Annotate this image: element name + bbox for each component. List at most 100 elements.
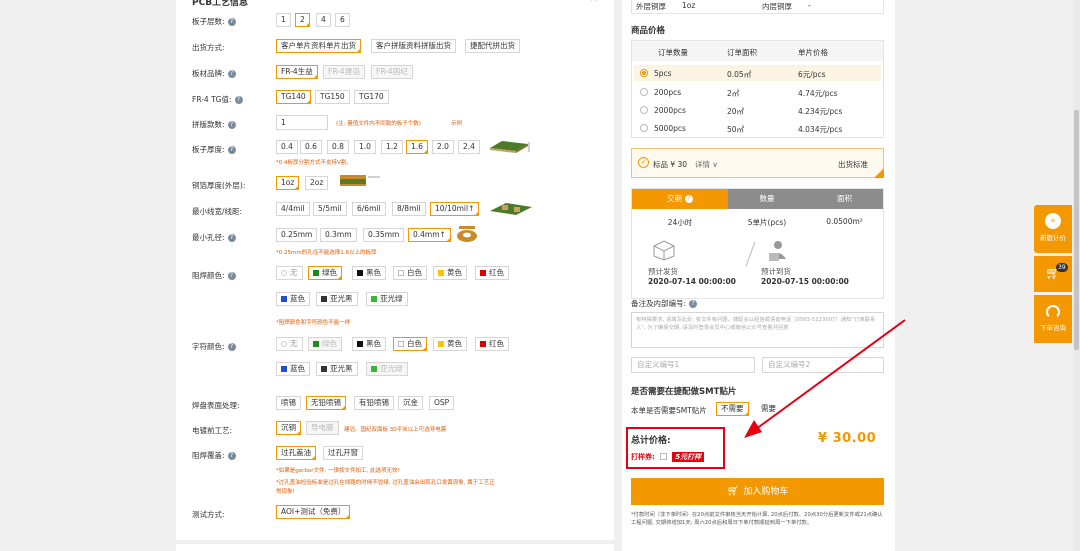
coupon-checkbox[interactable]	[660, 453, 668, 460]
tg-option-170[interactable]: TG170	[354, 90, 389, 104]
trace-option[interactable]: 6/6mil	[352, 202, 386, 216]
mask-option-green[interactable]: 绿色	[308, 266, 342, 280]
badge-price-text: 标品 ¥ 30	[653, 160, 688, 169]
silk-option-black[interactable]: 黑色	[352, 337, 386, 351]
consult-button[interactable]: 下单咨询	[1034, 295, 1072, 343]
help-icon[interactable]: ?	[227, 234, 236, 242]
panel-count-input[interactable]: 1	[276, 115, 328, 130]
via-option-open[interactable]: 过孔开窗	[323, 446, 363, 460]
trace-option[interactable]: 4/4mil	[276, 202, 310, 216]
hole-option-selected[interactable]: 0.4mm↑	[408, 228, 451, 242]
price-title: 商品价格	[631, 26, 666, 36]
copper-option-1oz[interactable]: 1oz	[276, 176, 300, 190]
radio-selected-icon[interactable]	[640, 69, 648, 77]
thickness-option[interactable]: 1.2	[381, 140, 403, 154]
hole-option[interactable]: 0.3mm	[320, 228, 357, 242]
shipping-standard-link[interactable]: 出货标准	[838, 159, 868, 170]
panel-count-example-link[interactable]: 示例	[451, 119, 462, 127]
mask-option-yellow[interactable]: 黄色	[433, 266, 467, 280]
payment-footnote: *付款时间（非下单时间）在20点前文件审核当天开始计算, 20点后付款、20点3…	[631, 512, 883, 526]
material-label: 板材品牌:?	[192, 68, 236, 79]
price-row[interactable]: 5000pcs 50㎡ 4.034元/pcs	[634, 121, 881, 137]
layers-option-4[interactable]: 4	[316, 13, 331, 27]
thickness-option[interactable]: 2.4	[458, 140, 480, 154]
material-option-jiantao[interactable]: FR-4建滔	[323, 65, 365, 79]
mask-option-matte-green[interactable]: 亚光绿	[366, 292, 408, 306]
silk-option-matte-green[interactable]: 亚光绿	[366, 362, 408, 376]
help-icon[interactable]: ?	[234, 96, 243, 104]
layers-option-6[interactable]: 6	[335, 13, 350, 27]
via-option-selected[interactable]: 过孔盖油	[276, 446, 316, 460]
help-icon[interactable]: ?	[227, 18, 236, 26]
mask-option-none[interactable]: 无	[276, 266, 303, 280]
mask-option-matte-black[interactable]: 亚光黑	[316, 292, 358, 306]
trace-option[interactable]: 8/8mil	[392, 202, 426, 216]
radio-icon[interactable]	[640, 124, 648, 132]
surface-option-selected[interactable]: 无铅喷锡	[306, 396, 346, 410]
thickness-option[interactable]: 0.4	[276, 140, 298, 154]
price-row[interactable]: 200pcs 2㎡ 4.74元/pcs	[634, 85, 881, 101]
copper-option-2oz[interactable]: 2oz	[305, 176, 329, 190]
coupon-row[interactable]: 打样券: 5元打样	[631, 452, 705, 462]
test-option-selected[interactable]: AOI+测试（免费）	[276, 505, 351, 519]
silk-option-none[interactable]: 无	[276, 337, 303, 351]
standard-product-badge[interactable]: ✓ 标品 ¥ 30 详情 ∨ 出货标准	[631, 148, 884, 178]
custom-id-1-input[interactable]: 自定义编号1	[631, 357, 755, 373]
plating-option-film[interactable]: 导电膜	[306, 421, 339, 435]
help-icon[interactable]: ?	[227, 272, 236, 280]
surface-option[interactable]: 沉金	[398, 396, 423, 410]
help-icon[interactable]: ?	[227, 70, 236, 78]
price-row[interactable]: 2000pcs 20㎡ 4.234元/pcs	[634, 103, 881, 119]
mask-option-blue[interactable]: 蓝色	[276, 292, 310, 306]
help-icon[interactable]: ?	[227, 343, 236, 351]
thickness-option-selected[interactable]: 1.6	[406, 140, 428, 154]
cart-float-button[interactable]: 🛒︎ 39	[1034, 256, 1072, 292]
trace-option-selected[interactable]: 10/10mil↑	[430, 202, 480, 216]
silk-option-green[interactable]: 绿色	[308, 337, 342, 351]
material-option-guoji[interactable]: FR-4国纪	[371, 65, 413, 79]
tg-option-150[interactable]: TG150	[315, 90, 350, 104]
add-to-cart-button[interactable]: 🛒︎ 加入购物车	[631, 478, 884, 505]
layers-option-2[interactable]: 2	[295, 13, 310, 27]
mask-option-red[interactable]: 红色	[475, 266, 509, 280]
mask-option-white[interactable]: 白色	[393, 266, 427, 280]
surface-option[interactable]: 有铅喷锡	[354, 396, 394, 410]
thickness-option[interactable]: 1.0	[354, 140, 376, 154]
price-row-selected[interactable]: 5pcs 0.05㎡ 6元/pcs	[634, 65, 881, 81]
shipping-option-single[interactable]: 客户单片资料单片出货	[276, 39, 361, 53]
plating-option-selected[interactable]: 沉铜	[276, 421, 301, 435]
surface-option[interactable]: 喷锡	[276, 396, 301, 410]
price-table: 订单数量 订单面积 单片价格 5pcs 0.05㎡ 6元/pcs 200pcs …	[631, 40, 884, 138]
close-icon[interactable]: ×	[590, 0, 598, 4]
thickness-option[interactable]: 2.0	[432, 140, 454, 154]
trace-option[interactable]: 5/5mil	[313, 202, 347, 216]
tg-option-140[interactable]: TG140	[276, 90, 311, 104]
surface-option[interactable]: OSP	[429, 396, 455, 410]
thickness-option[interactable]: 0.6	[300, 140, 322, 154]
badge-detail-link[interactable]: 详情 ∨	[695, 159, 718, 170]
scrollbar-thumb[interactable]	[1074, 110, 1079, 350]
help-icon[interactable]: ?	[227, 146, 236, 154]
thickness-option[interactable]: 0.8	[327, 140, 349, 154]
radio-icon[interactable]	[640, 106, 648, 114]
price-qty: 5000pcs	[654, 124, 686, 133]
help-icon[interactable]: ?	[227, 121, 236, 129]
help-icon[interactable]: ?	[685, 195, 693, 203]
material-option-shengyi[interactable]: FR-4生益	[276, 65, 318, 79]
silk-option-yellow[interactable]: 黄色	[433, 337, 467, 351]
layers-option-1[interactable]: 1	[276, 13, 291, 27]
silk-option-blue[interactable]: 蓝色	[276, 362, 310, 376]
new-quote-button[interactable]: ≡ 新版计价	[1034, 205, 1072, 253]
shipping-option-jiepei[interactable]: 捷配代拼出货	[465, 39, 520, 53]
silk-option-white[interactable]: 白色	[393, 337, 427, 351]
hole-option[interactable]: 0.25mm	[276, 228, 318, 242]
help-icon[interactable]: ?	[227, 452, 236, 460]
radio-icon[interactable]	[640, 88, 648, 96]
mask-option-black[interactable]: 黑色	[352, 266, 386, 280]
silk-option-red[interactable]: 红色	[475, 337, 509, 351]
hole-option[interactable]: 0.35mm	[363, 228, 405, 242]
help-icon[interactable]: ?	[689, 300, 698, 308]
shipping-option-panel[interactable]: 客户拼版资料拼版出货	[371, 39, 456, 53]
via-note: 常现象!	[276, 489, 295, 495]
silk-option-matte-black[interactable]: 亚光黑	[316, 362, 358, 376]
